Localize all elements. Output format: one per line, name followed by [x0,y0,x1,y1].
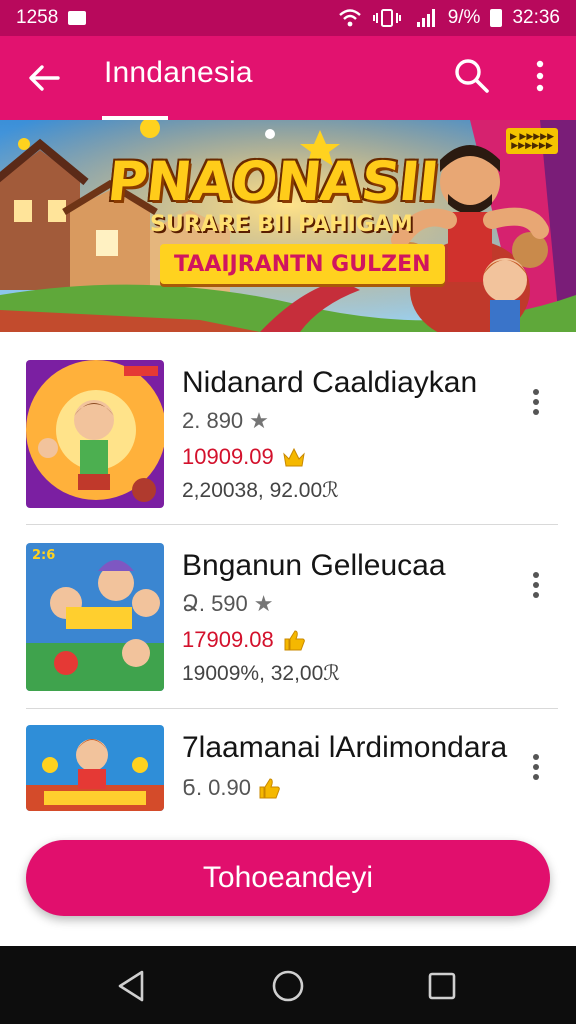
rating-value: 2. 890 [182,408,244,433]
item-price: 10909.09 [182,444,306,470]
item-price: 17909.08 [182,627,306,653]
list-item[interactable]: Nidanard Caaldiaykan 2. 890 ★ 10909.09 2… [26,360,560,520]
star-icon: ★ [249,408,269,433]
system-nav-bar [0,946,576,1024]
promo-banner[interactable]: PNAONASII SURARE BII PAHIGAM TAAIJRANTN … [0,120,576,332]
back-arrow-icon[interactable] [24,58,64,98]
svg-text:2:6: 2:6 [32,548,55,563]
recents-square-icon[interactable] [424,968,460,1004]
item-title: 7laamanai lArdimondara [182,731,508,764]
game-thumbnail: 2:6 [26,543,164,691]
item-meta: 19009%, 32,00ℛ [182,662,341,685]
rating-value: Ნ. 0.90 [182,775,251,800]
price-value: 17909.08 [182,627,274,652]
crown-icon [283,447,305,467]
divider [26,524,558,525]
vibrate-icon [372,9,401,27]
thumbs-up-icon [259,777,280,798]
thumbs-up-icon [284,630,305,651]
signal-icon [416,9,435,27]
item-meta: 2,20038, 92.00ℛ [182,479,339,502]
home-circle-icon[interactable] [270,968,306,1004]
item-title: Bnganun Gelleucaa [182,549,446,582]
back-triangle-icon[interactable] [114,968,150,1004]
item-rating: Ნ. 0.90 [182,773,281,802]
divider [26,708,558,709]
battery-icon [490,9,503,27]
more-vert-icon[interactable] [522,747,550,787]
item-rating: Ձ. 590 ★ [182,591,274,617]
price-value: 10909.09 [182,444,274,469]
status-clock: 32:36 [512,7,560,28]
banner-ribbon: TAAIJRANTN GULZEN [160,244,445,284]
notification-icon [68,11,87,25]
search-icon[interactable] [452,56,492,96]
game-thumbnail [26,725,164,811]
status-bar: 1258 9/% 32:36 [0,0,576,36]
more-vert-icon[interactable] [522,565,550,605]
banner-title: PNAONASII [104,150,441,213]
game-thumbnail [26,360,164,508]
page-title: Inndanesia [104,56,253,89]
item-rating: 2. 890 ★ [182,408,269,434]
battery-percent: 9/% [447,7,481,28]
item-title: Nidanard Caaldiaykan [182,366,478,399]
more-vert-icon[interactable] [524,56,556,96]
status-time: 1258 [16,7,59,28]
rating-value: Ձ. 590 [182,591,248,616]
list-item[interactable]: 7laamanai lArdimondara Ნ. 0.90 [26,725,560,815]
star-icon: ★ [253,591,274,616]
app-bar: Inndanesia [0,36,576,120]
banner-badge: ▶ ▶▶▶▶▶ ▶▶▶▶▶▶ [506,128,558,154]
list-item[interactable]: 2:6 Bnganun Gelleucaa Ձ. 590 ★ 17909.08 … [26,543,560,703]
more-vert-icon[interactable] [522,382,550,422]
wifi-icon [338,9,361,27]
primary-action-button[interactable]: Tohoeandeyi [26,840,550,916]
banner-subtitle: SURARE BII PAHIGAM [150,212,413,237]
